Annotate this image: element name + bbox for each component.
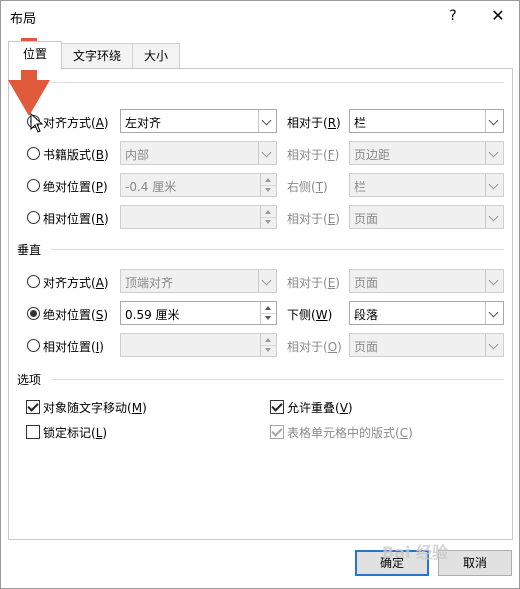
horizontal-absolute-position-spinner[interactable]: -0.4 厘米 <box>120 173 277 197</box>
layout-in-table-cell-label: 表格单元格中的版式(C) <box>287 426 413 440</box>
horizontal-alignment-relative-label: 相对于(R) <box>287 116 341 130</box>
horizontal-relative-position-radio[interactable] <box>27 211 40 224</box>
vertical-relative-position-relative-value: 页面 <box>354 340 379 354</box>
vertical-absolute-position-relative-value: 段落 <box>354 308 379 322</box>
horizontal-relative-position-relative-label: 相对于(E) <box>287 212 340 226</box>
vertical-alignment-relative-select[interactable]: 页面 <box>349 269 504 293</box>
vertical-absolute-position-label: 绝对位置(S) <box>43 308 109 322</box>
mouse-cursor-icon <box>30 113 44 133</box>
dialog-title: 布局 <box>10 12 37 27</box>
vertical-alignment-radio[interactable] <box>27 275 40 288</box>
vertical-alignment-select[interactable]: 顶端对齐 <box>120 269 277 293</box>
horizontal-absolute-position-relative-value: 栏 <box>354 180 367 194</box>
tab-position[interactable]: 位置 <box>8 41 62 70</box>
horizontal-absolute-position-radio[interactable] <box>27 179 40 192</box>
close-button[interactable]: ✕ <box>485 5 511 27</box>
help-button[interactable]: ? <box>441 5 465 27</box>
vertical-alignment-relative-value: 页面 <box>354 276 379 290</box>
vertical-section-label: 垂直 <box>17 243 42 257</box>
position-panel: 对齐方式(A) 左对齐 相对于(R) 栏 书籍版式(B) 内部 相对于(F) 页… <box>8 68 513 540</box>
horizontal-absolute-position-label: 绝对位置(P) <box>43 180 108 194</box>
spin-down-icon[interactable] <box>260 345 276 356</box>
chevron-down-icon <box>485 206 503 228</box>
horizontal-absolute-position-relative-label: 右侧(T) <box>287 180 328 194</box>
vertical-alignment-relative-label: 相对于(E) <box>287 276 340 290</box>
spin-down-icon[interactable] <box>260 313 276 324</box>
vertical-divider <box>51 249 504 250</box>
horizontal-relative-position-label: 相对位置(R) <box>43 212 109 226</box>
vertical-relative-position-label: 相对位置(I) <box>43 340 104 354</box>
layout-in-table-cell-checkbox[interactable] <box>270 425 284 439</box>
chevron-down-icon <box>485 174 503 196</box>
vertical-relative-position-relative-label: 相对于(O) <box>287 340 342 354</box>
book-layout-relative-value: 页边距 <box>354 148 391 162</box>
chevron-down-icon <box>485 302 503 324</box>
book-layout-value: 内部 <box>125 148 150 162</box>
vertical-relative-position-relative-select[interactable]: 页面 <box>349 333 504 357</box>
chevron-down-icon <box>485 110 503 132</box>
vertical-absolute-position-relative-label: 下侧(W) <box>287 308 333 322</box>
allow-overlap-label: 允许重叠(V) <box>287 401 353 415</box>
layout-dialog: 布局 ? ✕ 位置 文字环绕 大小 对齐方式(A) 左对齐 相对于(R) 栏 书… <box>0 0 520 589</box>
move-with-text-checkbox[interactable] <box>26 400 40 414</box>
spin-down-icon[interactable] <box>260 185 276 196</box>
vertical-absolute-position-radio[interactable] <box>27 307 40 320</box>
chevron-down-icon <box>485 270 503 292</box>
vertical-absolute-position-value: 0.59 厘米 <box>125 308 180 322</box>
horizontal-divider <box>51 82 504 83</box>
horizontal-relative-position-relative-select[interactable]: 页面 <box>349 205 504 229</box>
horizontal-absolute-position-relative-select[interactable]: 栏 <box>349 173 504 197</box>
horizontal-alignment-relative-select[interactable]: 栏 <box>349 109 504 133</box>
chevron-down-icon <box>258 110 276 132</box>
lock-anchor-label: 锁定标记(L) <box>43 426 108 440</box>
horizontal-alignment-label: 对齐方式(A) <box>43 116 109 130</box>
spin-down-icon[interactable] <box>260 217 276 228</box>
vertical-absolute-position-relative-select[interactable]: 段落 <box>349 301 504 325</box>
vertical-alignment-value: 顶端对齐 <box>125 276 174 290</box>
book-layout-relative-label: 相对于(F) <box>287 148 340 162</box>
options-section-label: 选项 <box>17 373 42 387</box>
vertical-relative-position-radio[interactable] <box>27 339 40 352</box>
chevron-down-icon <box>258 142 276 164</box>
chevron-down-icon <box>258 270 276 292</box>
chevron-down-icon <box>485 142 503 164</box>
horizontal-alignment-relative-value: 栏 <box>354 116 367 130</box>
horizontal-alignment-select[interactable]: 左对齐 <box>120 109 277 133</box>
lock-anchor-checkbox[interactable] <box>26 425 40 439</box>
options-divider <box>51 379 504 380</box>
horizontal-absolute-position-value: -0.4 厘米 <box>125 180 177 194</box>
title-bar: 布局 ? ✕ <box>1 1 519 31</box>
vertical-relative-position-spinner[interactable] <box>120 333 277 357</box>
horizontal-relative-position-relative-value: 页面 <box>354 212 379 226</box>
book-layout-radio[interactable] <box>27 147 40 160</box>
vertical-absolute-position-spinner[interactable]: 0.59 厘米 <box>120 301 277 325</box>
book-layout-relative-select[interactable]: 页边距 <box>349 141 504 165</box>
horizontal-relative-position-spinner[interactable] <box>120 205 277 229</box>
tab-size[interactable]: 大小 <box>132 43 180 69</box>
vertical-alignment-label: 对齐方式(A) <box>43 276 109 290</box>
book-layout-select[interactable]: 内部 <box>120 141 277 165</box>
chevron-down-icon <box>485 334 503 356</box>
move-with-text-label: 对象随文字移动(M) <box>43 401 147 415</box>
watermark: Bai 经验 <box>382 543 449 562</box>
horizontal-alignment-value: 左对齐 <box>125 116 162 130</box>
tab-text-wrapping[interactable]: 文字环绕 <box>61 43 133 69</box>
book-layout-label: 书籍版式(B) <box>43 148 109 162</box>
allow-overlap-checkbox[interactable] <box>270 400 284 414</box>
